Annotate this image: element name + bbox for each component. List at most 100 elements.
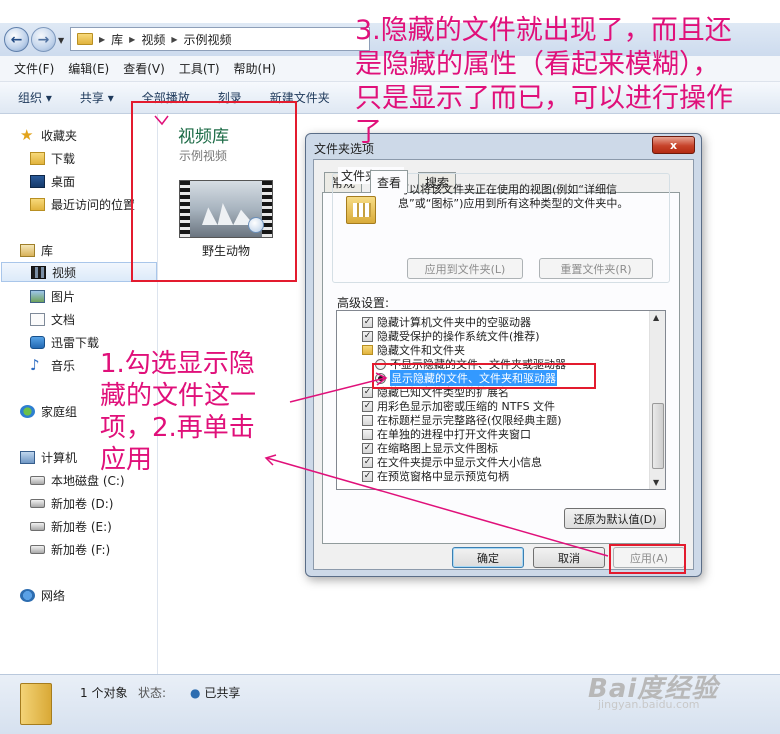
list-item: 隐藏文件和文件夹 [362, 343, 465, 357]
sidebar-item-label: 库 [41, 243, 54, 258]
annotation-note-1: 1.勾选显示隐藏的文件这一项，2.再单击应用 [100, 349, 257, 475]
sidebar-item-thunder[interactable]: 迅雷下载 [30, 332, 99, 352]
desktop-icon [30, 174, 45, 188]
sidebar-item-favorites[interactable]: ★ 收藏夹 [20, 125, 77, 145]
scrollbar[interactable]: ▲ ▼ [649, 311, 665, 489]
cancel-button[interactable]: 取消 [533, 547, 605, 568]
sidebar-item-pictures[interactable]: 图片 [30, 286, 75, 306]
share-button[interactable]: 共享 ▾ [80, 89, 114, 106]
sidebar-item-label: 桌面 [51, 174, 76, 189]
list-item[interactable]: ✓ 用彩色显示加密或压缩的 NTFS 文件 [362, 399, 555, 413]
sidebar-item-desktop[interactable]: 桌面 [30, 171, 75, 191]
setting-label: 在预览窗格中显示预览句柄 [377, 470, 509, 483]
list-item[interactable]: ✓ 在文件夹提示中显示文件大小信息 [362, 455, 542, 469]
folder-icon [20, 683, 52, 725]
ok-button[interactable]: 确定 [452, 547, 524, 568]
downloads-folder-icon [30, 151, 45, 165]
status-share-text: 已共享 [204, 686, 241, 700]
chevron-right-icon: ▶ [171, 34, 178, 44]
grid-view-icon [353, 203, 371, 217]
sidebar-item-homegroup[interactable]: 家庭组 [20, 401, 77, 421]
back-arrow-icon[interactable]: ← [4, 27, 29, 52]
scrollbar-thumb[interactable] [652, 403, 664, 469]
sidebar-item-label: 下载 [51, 151, 76, 166]
list-item[interactable]: 在标题栏显示完整路径(仅限经典主题) [362, 413, 562, 427]
checkbox-checked[interactable]: ✓ [362, 330, 373, 342]
sidebar-item-libraries[interactable]: 库 [20, 240, 53, 260]
folder-icon [362, 345, 373, 355]
sidebar-item-documents[interactable]: 文档 [30, 309, 75, 329]
reset-folders-button[interactable]: 重置文件夹(R) [539, 258, 653, 279]
sidebar-item-computer[interactable]: 计算机 [20, 447, 77, 467]
watermark-url: jingyan.baidu.com [598, 698, 700, 711]
hard-drive-icon [30, 475, 45, 485]
tab-view[interactable]: 查看 [370, 170, 409, 193]
annotation-box-show-hidden [372, 363, 596, 389]
folder-view-icon [346, 196, 376, 224]
menu-file[interactable]: 文件(F) [14, 60, 54, 77]
video-library-icon [31, 265, 46, 279]
sidebar-item-label: 音乐 [51, 358, 76, 373]
sidebar-item-drive-f[interactable]: 新加卷 (F:) [30, 539, 110, 559]
sidebar-item-drive-d[interactable]: 新加卷 (D:) [30, 493, 113, 513]
menu-help[interactable]: 帮助(H) [234, 60, 276, 77]
restore-defaults-button[interactable]: 还原为默认值(D) [564, 508, 666, 529]
sidebar-item-label: 文档 [51, 312, 76, 327]
homegroup-icon [20, 404, 35, 418]
checkbox-checked[interactable]: ✓ [362, 470, 373, 482]
checkbox-checked[interactable]: ✓ [362, 400, 373, 412]
checkbox-unchecked[interactable] [362, 428, 373, 440]
menu-tools[interactable]: 工具(T) [179, 60, 220, 77]
sidebar-item-music[interactable]: ♪ 音乐 [30, 355, 75, 375]
checkbox-checked[interactable]: ✓ [362, 442, 373, 454]
sidebar-item-label: 视频 [52, 265, 77, 280]
list-item[interactable]: ✓ 在预览窗格中显示预览句柄 [362, 469, 509, 483]
menu-view[interactable]: 查看(V) [123, 60, 165, 77]
sidebar-item-recent[interactable]: 最近访问的位置 [30, 194, 135, 214]
sidebar-item-label: 迅雷下载 [51, 335, 100, 350]
music-note-icon: ♪ [30, 355, 40, 374]
sidebar-item-downloads[interactable]: 下载 [30, 148, 75, 168]
list-item[interactable]: ✓ 在缩略图上显示文件图标 [362, 441, 498, 455]
apply-to-folders-button[interactable]: 应用到文件夹(L) [407, 258, 523, 279]
forward-arrow-icon[interactable]: → [31, 27, 56, 52]
sidebar-item-drive-e[interactable]: 新加卷 (E:) [30, 516, 112, 536]
computer-icon [20, 450, 35, 464]
scroll-down-icon[interactable]: ▼ [653, 478, 659, 487]
list-item[interactable]: 在单独的进程中打开文件夹窗口 [362, 427, 531, 441]
breadcrumb-item[interactable]: 视频 [141, 31, 165, 48]
folder-view-description: 可以将该文件夹正在使用的视图(例如“详细信息”或“图标”)应用到所有这种类型的文… [398, 183, 629, 210]
hard-drive-icon [30, 498, 45, 508]
breadcrumb-item[interactable]: 库 [111, 31, 123, 48]
annotation-note-3: 3.隐藏的文件就出现了，而且还是隐藏的属性（看起来模糊），只是显示了而已，可以进… [355, 15, 733, 148]
sidebar-item-label: 图片 [51, 289, 76, 304]
list-item[interactable]: ✓ 隐藏受保护的操作系统文件(推荐) [362, 329, 540, 343]
menu-edit[interactable]: 编辑(E) [68, 60, 109, 77]
scroll-up-icon[interactable]: ▲ [653, 313, 659, 322]
checkbox-unchecked[interactable] [362, 414, 373, 426]
breadcrumb[interactable]: ▶ 库 ▶ 视频 ▶ 示例视频 [70, 27, 370, 51]
advanced-settings-label: 高级设置: [337, 296, 390, 310]
sidebar-item-label: 收藏夹 [41, 128, 78, 143]
list-item[interactable]: ✓ 隐藏计算机文件夹中的空驱动器 [362, 315, 531, 329]
advanced-settings-list[interactable]: ✓ 隐藏计算机文件夹中的空驱动器 ✓ 隐藏受保护的操作系统文件(推荐) 隐藏文件和文… [336, 310, 666, 490]
status-state-label: 状态: [138, 686, 167, 700]
thunder-download-icon [30, 335, 45, 349]
sidebar-item-label: 新加卷 (D:) [51, 496, 114, 511]
organize-button[interactable]: 组织 ▾ [18, 89, 52, 106]
sidebar-item-label: 最近访问的位置 [51, 197, 136, 212]
breadcrumb-item[interactable]: 示例视频 [184, 31, 232, 48]
sidebar-item-label: 新加卷 (F:) [51, 542, 111, 557]
recent-places-icon [30, 197, 45, 211]
share-label: 共享 [79, 91, 104, 105]
history-dropdown-icon[interactable]: ▼ [58, 36, 64, 45]
chevron-right-icon: ▶ [129, 34, 136, 44]
pictures-icon [30, 289, 45, 303]
checkbox-checked[interactable]: ✓ [362, 316, 373, 328]
sidebar-item-label: 新加卷 (E:) [51, 519, 112, 534]
sidebar-item-network[interactable]: 网络 [20, 585, 65, 605]
sidebar-item-label: 家庭组 [41, 404, 78, 419]
checkbox-checked[interactable]: ✓ [362, 456, 373, 468]
annotation-box-apply [609, 544, 686, 574]
network-icon [20, 588, 35, 602]
